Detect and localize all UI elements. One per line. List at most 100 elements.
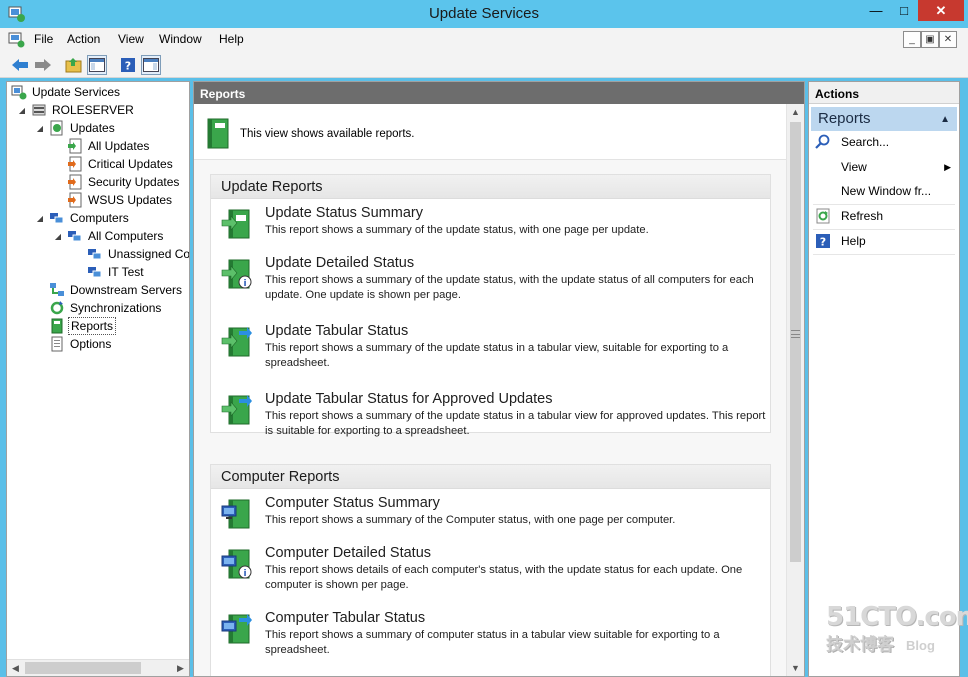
collapse-icon[interactable]: ◢ xyxy=(53,232,63,241)
collapse-icon[interactable]: ◢ xyxy=(35,124,45,133)
help-icon: ? xyxy=(816,234,830,249)
menu-action[interactable]: Action xyxy=(67,32,100,46)
show-hide-action-pane-button[interactable] xyxy=(141,55,161,75)
window-title: Update Services xyxy=(428,5,540,22)
child-close-button[interactable]: ✕ xyxy=(939,31,957,48)
report-update-tabular-status[interactable]: Update Tabular Status This report shows … xyxy=(221,323,761,379)
report-description: This report shows a summary of the Compu… xyxy=(265,514,676,526)
report-title[interactable]: Computer Detailed Status xyxy=(265,545,431,561)
updates-icon xyxy=(50,120,63,136)
action-pane-icon xyxy=(143,58,159,72)
up-one-level-button[interactable] xyxy=(64,55,84,75)
group-title: Update Reports xyxy=(211,175,770,199)
scroll-left-icon[interactable]: ◀ xyxy=(7,660,24,676)
scroll-up-icon[interactable]: ▲ xyxy=(787,104,804,120)
tree-item-all-updates[interactable]: All Updates xyxy=(67,137,151,155)
report-title[interactable]: Computer Tabular Status xyxy=(265,610,425,626)
downstream-servers-icon xyxy=(50,283,64,296)
computers-icon xyxy=(50,213,64,224)
collapse-icon[interactable]: ◢ xyxy=(35,214,45,223)
report-title[interactable]: Update Status Summary xyxy=(265,205,423,221)
computer-tabular-report-icon xyxy=(221,614,252,644)
tree-horizontal-scrollbar[interactable]: ◀ ▶ xyxy=(7,659,189,676)
child-restore-button[interactable]: ▣ xyxy=(921,31,939,48)
minimize-button[interactable]: — xyxy=(862,0,890,21)
report-description: This report shows details of each comput… xyxy=(265,564,743,591)
scroll-thumb[interactable] xyxy=(790,122,801,562)
report-title[interactable]: Update Tabular Status for Approved Updat… xyxy=(265,391,553,407)
menu-view[interactable]: View xyxy=(118,32,144,46)
update-detail-report-icon: i xyxy=(221,259,252,289)
options-icon xyxy=(51,336,63,352)
maximize-button[interactable]: □ xyxy=(890,0,918,21)
scroll-right-icon[interactable]: ▶ xyxy=(172,660,189,676)
tree-item-it-test[interactable]: IT Test xyxy=(87,263,146,281)
menu-window[interactable]: Window xyxy=(159,32,202,46)
tree-item-downstream-servers[interactable]: Downstream Servers xyxy=(49,281,184,299)
menu-help[interactable]: Help xyxy=(219,32,244,46)
report-update-tabular-status-approved[interactable]: Update Tabular Status for Approved Updat… xyxy=(221,391,765,437)
group-title: Computer Reports xyxy=(211,465,770,489)
synchronization-icon xyxy=(50,301,64,315)
report-description: This report shows a summary of computer … xyxy=(265,629,720,656)
security-update-icon xyxy=(68,174,82,190)
tree-item-reports[interactable]: Reports xyxy=(49,317,117,335)
actions-section-reports[interactable]: Reports ▲ xyxy=(811,107,957,131)
update-services-icon xyxy=(11,85,27,100)
tree-item-critical-updates[interactable]: Critical Updates xyxy=(67,155,175,173)
tree-item-computers[interactable]: ◢ Computers xyxy=(35,209,131,227)
reports-pane: Reports This view shows available report… xyxy=(193,81,805,677)
intro-banner: This view shows available reports. xyxy=(194,104,786,160)
svg-text:i: i xyxy=(243,569,246,579)
reports-book-icon xyxy=(51,318,63,334)
back-button[interactable] xyxy=(10,55,30,75)
show-hide-console-tree-button[interactable] xyxy=(87,55,107,75)
action-view[interactable]: View ▶ xyxy=(815,157,957,177)
close-button[interactable]: ✕ xyxy=(918,0,964,21)
console-icon[interactable] xyxy=(8,32,26,48)
report-description: This report shows a summary of the updat… xyxy=(265,224,649,236)
reports-book-icon xyxy=(207,118,229,149)
report-update-detailed-status[interactable]: i Update Detailed Status This report sho… xyxy=(221,255,761,311)
reports-list: Update Reports Update Status Summary Thi… xyxy=(194,160,786,676)
scroll-thumb[interactable] xyxy=(25,662,141,674)
refresh-icon xyxy=(816,208,830,224)
report-computer-detailed-status[interactable]: i Computer Detailed Status This report s… xyxy=(221,545,761,601)
tree-item-security-updates[interactable]: Security Updates xyxy=(67,173,181,191)
tree-item-update-services[interactable]: Update Services xyxy=(11,83,122,101)
separator xyxy=(813,204,955,205)
action-search[interactable]: Search... xyxy=(815,132,889,152)
tree-item-updates[interactable]: ◢ Updates xyxy=(35,119,117,137)
report-title[interactable]: Update Detailed Status xyxy=(265,255,414,271)
reports-vertical-scrollbar[interactable]: ▲ ▼ xyxy=(786,104,804,676)
action-refresh[interactable]: Refresh xyxy=(815,206,883,226)
tree-item-synchronizations[interactable]: Synchronizations xyxy=(49,299,163,317)
child-minimize-button[interactable]: _ xyxy=(903,31,921,48)
report-update-status-summary[interactable]: Update Status Summary This report shows … xyxy=(221,205,761,245)
report-description: This report shows a summary of the updat… xyxy=(265,410,766,437)
update-tabular-report-icon xyxy=(221,327,252,357)
console-tree-icon xyxy=(89,58,105,72)
collapse-up-icon[interactable]: ▲ xyxy=(940,114,950,125)
submenu-arrow-icon: ▶ xyxy=(944,161,951,172)
computer-group-icon xyxy=(88,249,102,260)
tree-item-options[interactable]: Options xyxy=(49,335,113,353)
tree-item-roleserver[interactable]: ◢ ROLESERVER xyxy=(17,101,136,119)
report-title[interactable]: Computer Status Summary xyxy=(265,495,440,511)
action-help[interactable]: ? Help xyxy=(815,231,866,251)
collapse-icon[interactable]: ◢ xyxy=(17,106,27,115)
console-tree: Update Services ◢ ROLESERVER ◢ Updates A… xyxy=(6,81,190,677)
tree-item-all-computers[interactable]: ◢ All Computers xyxy=(53,227,165,245)
report-description: This report shows a summary of the updat… xyxy=(265,342,729,369)
scroll-down-icon[interactable]: ▼ xyxy=(787,660,804,676)
help-toolbar-button[interactable]: ? xyxy=(118,55,138,75)
report-computer-status-summary[interactable]: Computer Status Summary This report show… xyxy=(221,495,761,535)
report-title[interactable]: Update Tabular Status xyxy=(265,323,408,339)
menu-file[interactable]: File xyxy=(34,32,53,46)
forward-button[interactable] xyxy=(33,55,53,75)
action-new-window[interactable]: New Window fr... xyxy=(815,181,931,201)
tree-item-wsus-updates[interactable]: WSUS Updates xyxy=(67,191,174,209)
title-bar: Update Services — □ ✕ xyxy=(0,0,968,28)
tree-item-unassigned-computers[interactable]: Unassigned Co xyxy=(87,245,189,263)
report-computer-tabular-status[interactable]: Computer Tabular Status This report show… xyxy=(221,610,761,666)
